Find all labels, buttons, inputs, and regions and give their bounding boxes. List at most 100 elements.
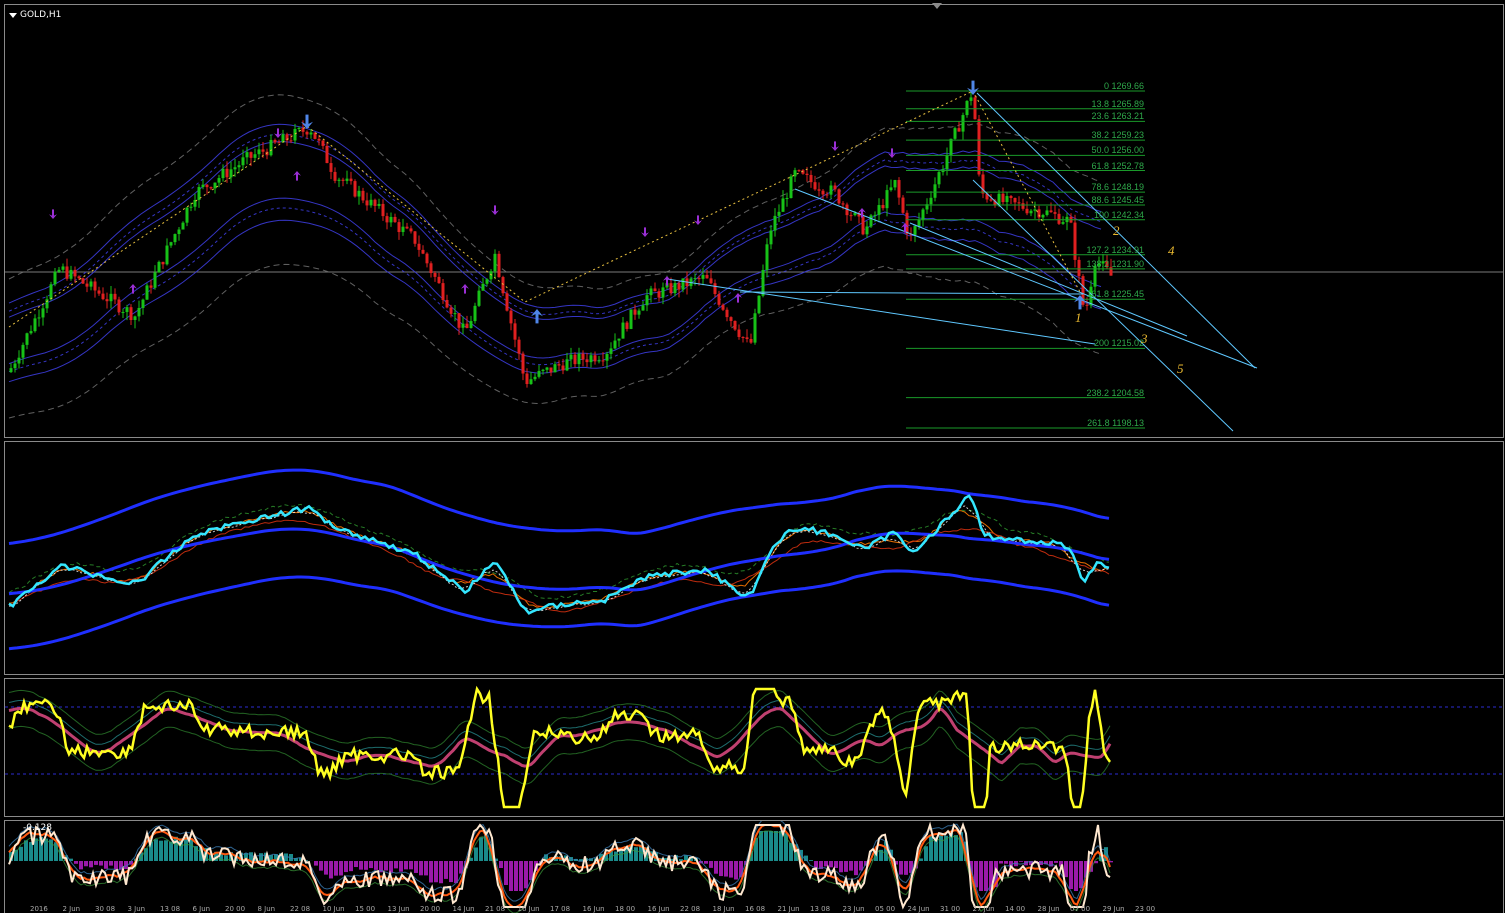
elliott-wave-label: 3: [1141, 331, 1148, 346]
candle-body: [269, 139, 273, 156]
candle-body: [245, 152, 249, 158]
candle-body: [89, 281, 93, 287]
histogram-bar: [449, 861, 453, 883]
candle-body: [405, 226, 409, 229]
candle-body: [817, 189, 821, 191]
histogram-bar: [614, 851, 618, 861]
fib-level-label: 238.2 1204.58: [1086, 387, 1144, 398]
rsi-indicator-pane[interactable]: [4, 678, 1504, 817]
histogram-bar: [184, 836, 188, 861]
histogram-bar: [954, 835, 958, 861]
time-axis-label: 16 08: [745, 905, 766, 913]
price-chart-pane[interactable]: GOLD,H1 0 1269.66 13.8 1265.89 23.6 1263.2…: [4, 4, 1504, 438]
histogram-bar: [389, 861, 393, 873]
candle-body: [589, 355, 593, 363]
candle-body: [841, 203, 845, 205]
histogram-bar: [834, 861, 838, 868]
candle-body: [653, 288, 657, 292]
candle-body: [1029, 210, 1033, 214]
candle-body: [989, 199, 993, 201]
candle-body: [809, 174, 813, 183]
histogram-bar: [34, 838, 38, 861]
chart-title[interactable]: GOLD,H1: [9, 10, 61, 20]
candle-body: [769, 230, 773, 245]
candle-body: [961, 115, 965, 132]
candle-body: [329, 163, 333, 172]
candle-body: [389, 216, 393, 223]
candle-body: [561, 365, 565, 371]
ma-indicator-svg: [8, 468, 1110, 651]
candle-body: [613, 340, 617, 349]
candle-body: [21, 344, 25, 358]
candle-body: [209, 187, 213, 189]
time-axis-label: 31 00: [940, 905, 961, 913]
candle-body: [153, 272, 157, 288]
candle-body: [829, 185, 833, 195]
candle-body: [541, 369, 545, 371]
candle-body: [977, 119, 981, 175]
histogram-bar: [979, 861, 983, 891]
candle-body: [77, 276, 81, 279]
candle-body: [349, 178, 353, 182]
histogram-bar: [504, 861, 508, 885]
histogram-bar: [369, 861, 373, 869]
chart-shift-marker[interactable]: [932, 3, 942, 9]
candle-body: [641, 305, 645, 311]
candle-body: [929, 197, 933, 205]
rsi-ma-line: [8, 706, 1112, 768]
time-axis-label: 29 Jun: [1102, 905, 1125, 913]
histogram-bar: [334, 861, 338, 876]
candle-body: [397, 222, 401, 233]
candle-body: [453, 313, 457, 315]
time-axis-label: 13 08: [810, 905, 831, 913]
candle-body: [353, 181, 357, 197]
candle-body: [425, 253, 429, 264]
candle-body: [505, 293, 509, 311]
candle-body: [377, 203, 381, 206]
trendline: [666, 278, 1096, 345]
histogram-bar: [1109, 861, 1113, 863]
candle-body: [65, 266, 69, 279]
candle-body: [745, 337, 749, 339]
candle-body: [581, 353, 585, 360]
candle-body: [381, 203, 385, 217]
stochastic-indicator-pane[interactable]: -0.128: [4, 820, 1504, 913]
candle-body: [97, 290, 101, 294]
candle-body: [893, 180, 897, 188]
candle-body: [601, 360, 605, 362]
candle-body: [109, 293, 113, 302]
histogram-bar: [1054, 861, 1058, 863]
envelope-band: [8, 263, 1102, 419]
menu-triangle-icon[interactable]: [9, 12, 17, 18]
candle-body: [429, 263, 433, 274]
candle-body: [449, 307, 453, 314]
histogram-bar: [394, 861, 398, 869]
candle-body: [1001, 193, 1005, 203]
candle-body: [737, 329, 741, 337]
candle-body: [669, 283, 673, 294]
candle-body: [257, 149, 261, 155]
histogram-bar: [159, 840, 163, 861]
candle-body: [853, 212, 857, 216]
trendline: [794, 188, 1258, 369]
histogram-bar: [319, 861, 323, 871]
candle-body: [625, 322, 629, 329]
candle-body: [1085, 304, 1089, 306]
time-axis-label: 23 00: [1135, 905, 1156, 913]
fib-level-label: 200 1215.02: [1093, 338, 1144, 349]
histogram-bar: [104, 861, 108, 869]
fib-level-label: 23.6 1263.21: [1091, 111, 1144, 122]
candle-body: [341, 179, 345, 181]
histogram-bar: [634, 847, 638, 861]
histogram-bar: [1004, 861, 1008, 864]
candle-body: [461, 323, 465, 328]
candle-body: [773, 215, 777, 231]
histogram-bar: [474, 847, 478, 861]
time-axis-label: 16 Jun: [517, 905, 540, 913]
histogram-bar: [89, 861, 93, 868]
candle-body: [409, 228, 413, 232]
ma-indicator-pane[interactable]: [4, 441, 1504, 675]
histogram-bar: [29, 842, 33, 861]
candle-body: [897, 180, 901, 198]
candle-body: [337, 179, 341, 181]
